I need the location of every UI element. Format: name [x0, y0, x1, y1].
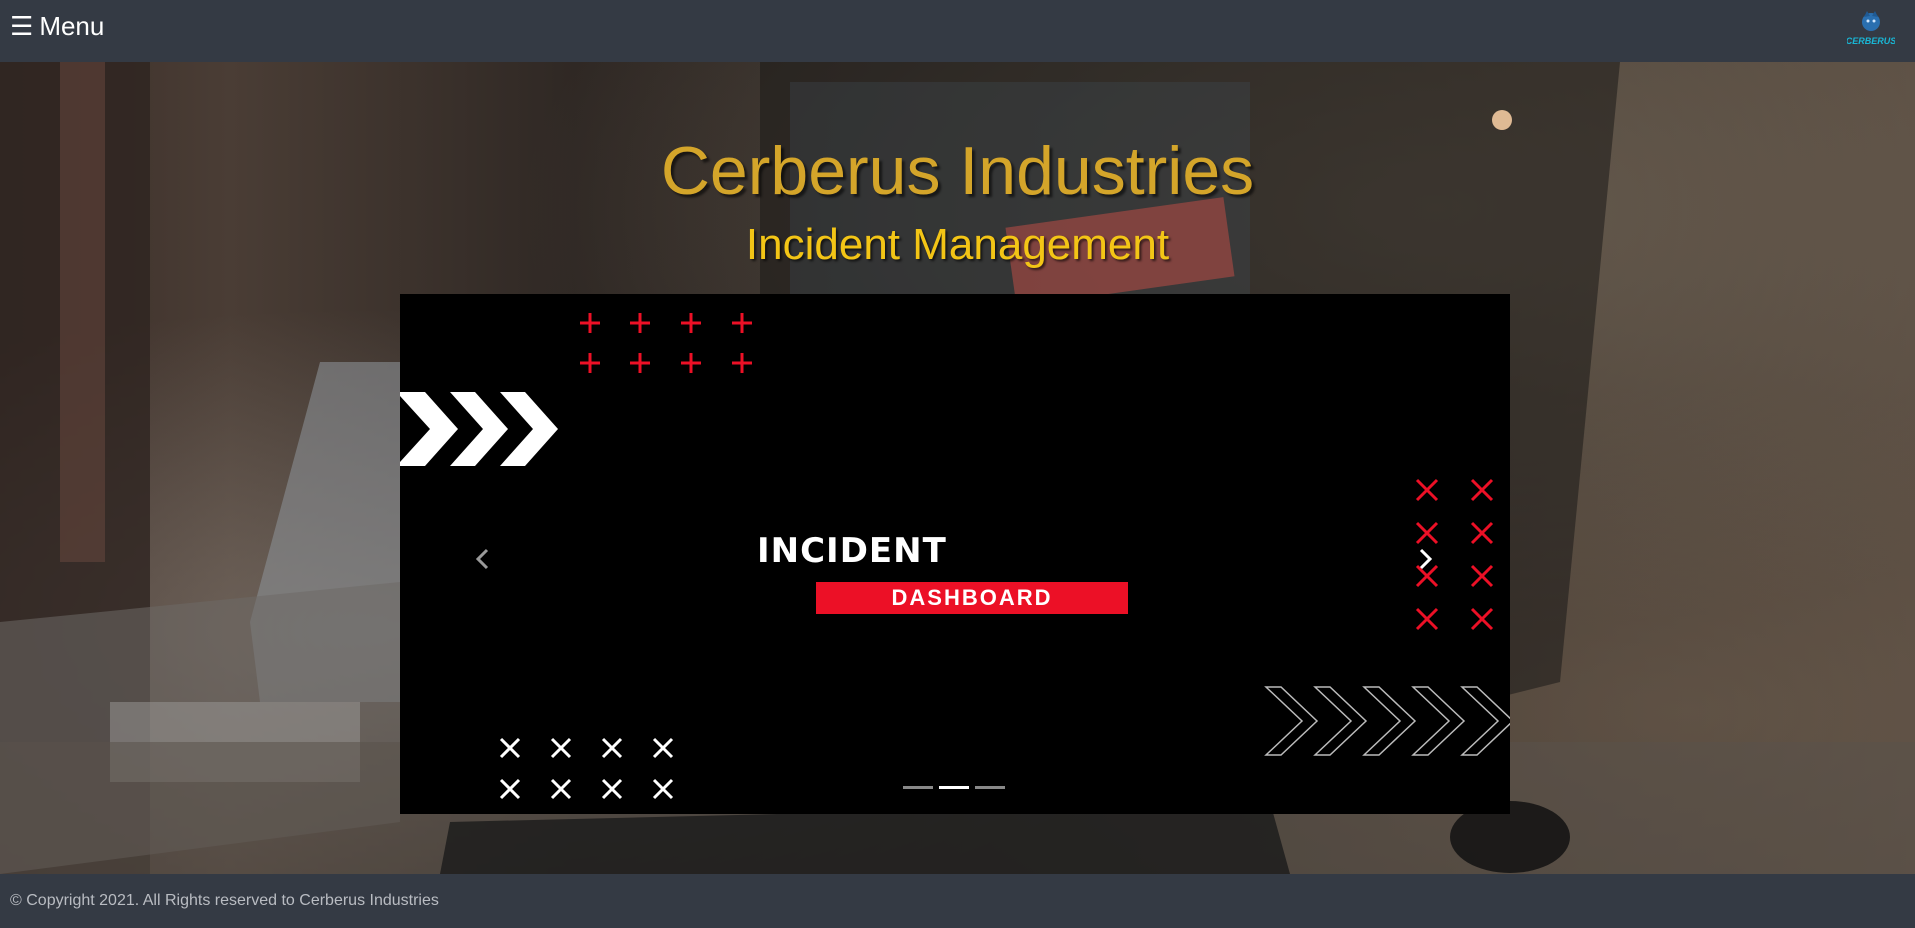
menu-label: Menu	[39, 11, 105, 41]
slide-badge: DASHBOARD	[816, 582, 1128, 614]
svg-text:CERBERUS: CERBERUS	[1847, 36, 1895, 46]
chevron-right-icon	[1419, 548, 1433, 570]
hamburger-icon: ☰	[10, 11, 34, 41]
slide-artwork	[400, 313, 1510, 800]
carousel-indicator-1[interactable]	[903, 786, 933, 789]
carousel-next-button[interactable]	[1410, 544, 1440, 574]
page-subtitle: Incident Management	[745, 220, 1170, 269]
chevron-left-icon	[475, 548, 489, 570]
white-chevron-pattern	[400, 392, 558, 466]
carousel-prev-button[interactable]	[468, 544, 498, 574]
carousel-indicator-3[interactable]	[975, 786, 1005, 789]
carousel-indicators	[903, 786, 1005, 789]
carousel-indicator-2[interactable]	[939, 786, 969, 789]
red-plus-pattern	[580, 313, 752, 373]
footer: © Copyright 2021. All Rights reserved to…	[0, 874, 1915, 928]
copyright-text: © Copyright 2021. All Rights reserved to…	[10, 892, 439, 909]
page-title: Cerberus Industries	[660, 133, 1255, 209]
white-x-pattern	[499, 737, 674, 800]
hero-background: Cerberus Industries Incident Management	[0, 62, 1915, 874]
menu-button[interactable]: ☰ Menu	[10, 10, 104, 42]
cerberus-logo[interactable]: CERBERUS	[1846, 8, 1896, 48]
slide-headline: INCIDENT	[757, 531, 947, 571]
outline-chevron-pattern	[1264, 686, 1510, 756]
top-navbar: ☰ Menu CERBERUS	[0, 0, 1915, 62]
dashboard-carousel[interactable]: INCIDENT DASHBOARD	[400, 294, 1510, 814]
